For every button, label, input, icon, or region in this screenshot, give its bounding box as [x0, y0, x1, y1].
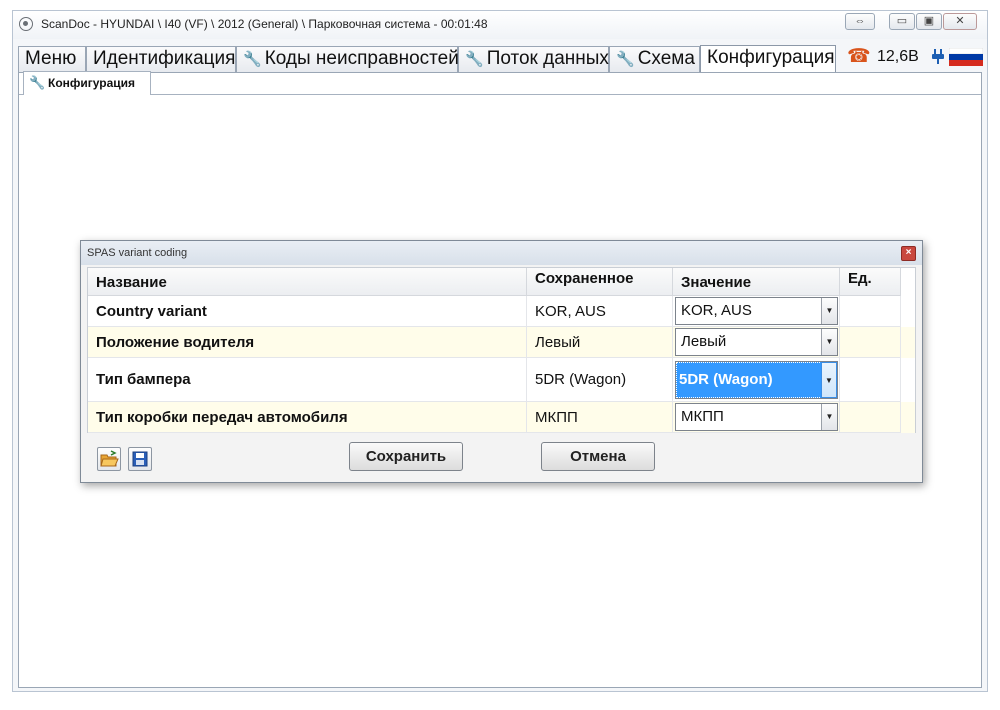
- chevron-down-icon[interactable]: ▼: [821, 298, 837, 324]
- coding-table: Название Сохраненное Значение Ед. Countr…: [87, 267, 916, 433]
- open-folder-button[interactable]: [97, 447, 121, 471]
- unit-cell: [840, 296, 901, 327]
- wrench-icon: 🔧: [243, 51, 262, 68]
- table-row[interactable]: Тип бампера 5DR (Wagon) 5DR (Wagon) ▼: [88, 358, 915, 402]
- floppy-disk-icon: [132, 451, 148, 467]
- wrench-icon: 🔧: [29, 75, 46, 90]
- save-file-button[interactable]: [128, 447, 152, 471]
- wrench-icon: 🔧: [616, 51, 635, 68]
- dropdown-value: МКПП: [681, 408, 724, 425]
- tab-menu[interactable]: Меню: [18, 46, 86, 72]
- title-bar: ScanDoc - HYUNDAI \ I40 (VF) \ 2012 (Gen…: [13, 11, 987, 39]
- tab-configuration[interactable]: Конфигурация: [700, 45, 836, 73]
- save-button[interactable]: Сохранить: [349, 442, 463, 471]
- dialog-close-icon[interactable]: ×: [901, 246, 916, 261]
- table-row[interactable]: Country variant KOR, AUS KOR, AUS ▼: [88, 296, 915, 327]
- unit-cell: [840, 402, 901, 433]
- open-folder-icon: [100, 450, 119, 467]
- column-header-unit: Ед.: [840, 268, 901, 296]
- phone-icon[interactable]: ☎: [847, 45, 871, 68]
- column-header-value: Значение: [673, 268, 840, 296]
- dialog-title: SPAS variant coding: [87, 247, 188, 259]
- value-cell: 5DR (Wagon) ▼: [673, 358, 840, 402]
- chevron-down-icon[interactable]: ▼: [821, 329, 837, 355]
- window-title: ScanDoc - HYUNDAI \ I40 (VF) \ 2012 (Gen…: [41, 17, 488, 31]
- tab-label: Поток данных: [486, 48, 609, 69]
- tab-label: Схема: [637, 48, 695, 69]
- dropdown-value: Левый: [681, 333, 727, 350]
- close-button[interactable]: ✕: [943, 13, 977, 30]
- dropdown-value: 5DR (Wagon): [676, 362, 822, 398]
- unit-cell: [840, 358, 901, 402]
- voltage-readout: 12,6В: [877, 48, 919, 65]
- value-dropdown[interactable]: Левый ▼: [675, 328, 838, 356]
- wrench-icon: 🔧: [465, 51, 484, 68]
- dialog-title-bar: SPAS variant coding: [81, 241, 922, 265]
- chevron-down-icon[interactable]: ▼: [821, 404, 837, 430]
- resize-arrows-button[interactable]: ⇔: [845, 13, 875, 30]
- saved-value: Левый: [527, 327, 673, 358]
- russia-flag-icon: [949, 48, 983, 66]
- saved-value: KOR, AUS: [527, 296, 673, 327]
- param-name: Положение водителя: [88, 327, 527, 358]
- table-row[interactable]: Тип коробки передач автомобиля МКПП МКПП…: [88, 402, 915, 433]
- tab-identification[interactable]: Идентификация: [86, 46, 236, 72]
- plug-icon: [932, 49, 944, 64]
- value-cell: KOR, AUS ▼: [673, 296, 840, 327]
- value-cell: Левый ▼: [673, 327, 840, 358]
- minimize-button[interactable]: ▭: [889, 13, 915, 30]
- cancel-button[interactable]: Отмена: [541, 442, 655, 471]
- maximize-button[interactable]: ▣: [916, 13, 942, 30]
- subtab-label: Конфигурация: [48, 76, 136, 90]
- value-dropdown[interactable]: KOR, AUS ▼: [675, 297, 838, 325]
- scandoc-logo-icon: [19, 17, 33, 31]
- tab-scheme[interactable]: 🔧 Схема: [609, 46, 700, 72]
- value-dropdown[interactable]: МКПП ▼: [675, 403, 838, 431]
- tab-label: Меню: [25, 48, 77, 69]
- subtab-underline: [19, 94, 981, 95]
- dropdown-value: KOR, AUS: [681, 302, 752, 319]
- saved-value: 5DR (Wagon): [527, 358, 673, 402]
- param-name: Country variant: [88, 296, 527, 327]
- subtab-configuration[interactable]: 🔧 Конфигурация: [23, 71, 151, 95]
- value-dropdown-selected[interactable]: 5DR (Wagon) ▼: [675, 361, 838, 399]
- tab-label: Коды неисправностей: [264, 48, 459, 69]
- column-header-saved: Сохраненное: [527, 268, 673, 296]
- value-cell: МКПП ▼: [673, 402, 840, 433]
- param-name: Тип коробки передач автомобиля: [88, 402, 527, 433]
- tab-label: Идентификация: [93, 48, 236, 69]
- chevron-down-icon[interactable]: ▼: [821, 362, 837, 398]
- unit-cell: [840, 327, 901, 358]
- saved-value: МКПП: [527, 402, 673, 433]
- tab-data-stream[interactable]: 🔧 Поток данных: [458, 46, 609, 72]
- tab-fault-codes[interactable]: 🔧 Коды неисправностей: [236, 46, 459, 72]
- spas-coding-dialog: SPAS variant coding × Название Сохраненн…: [80, 240, 923, 483]
- param-name: Тип бампера: [88, 358, 527, 402]
- tab-label: Конфигурация: [707, 47, 835, 68]
- table-row[interactable]: Положение водителя Левый Левый ▼: [88, 327, 915, 358]
- column-header-name: Название: [88, 268, 527, 296]
